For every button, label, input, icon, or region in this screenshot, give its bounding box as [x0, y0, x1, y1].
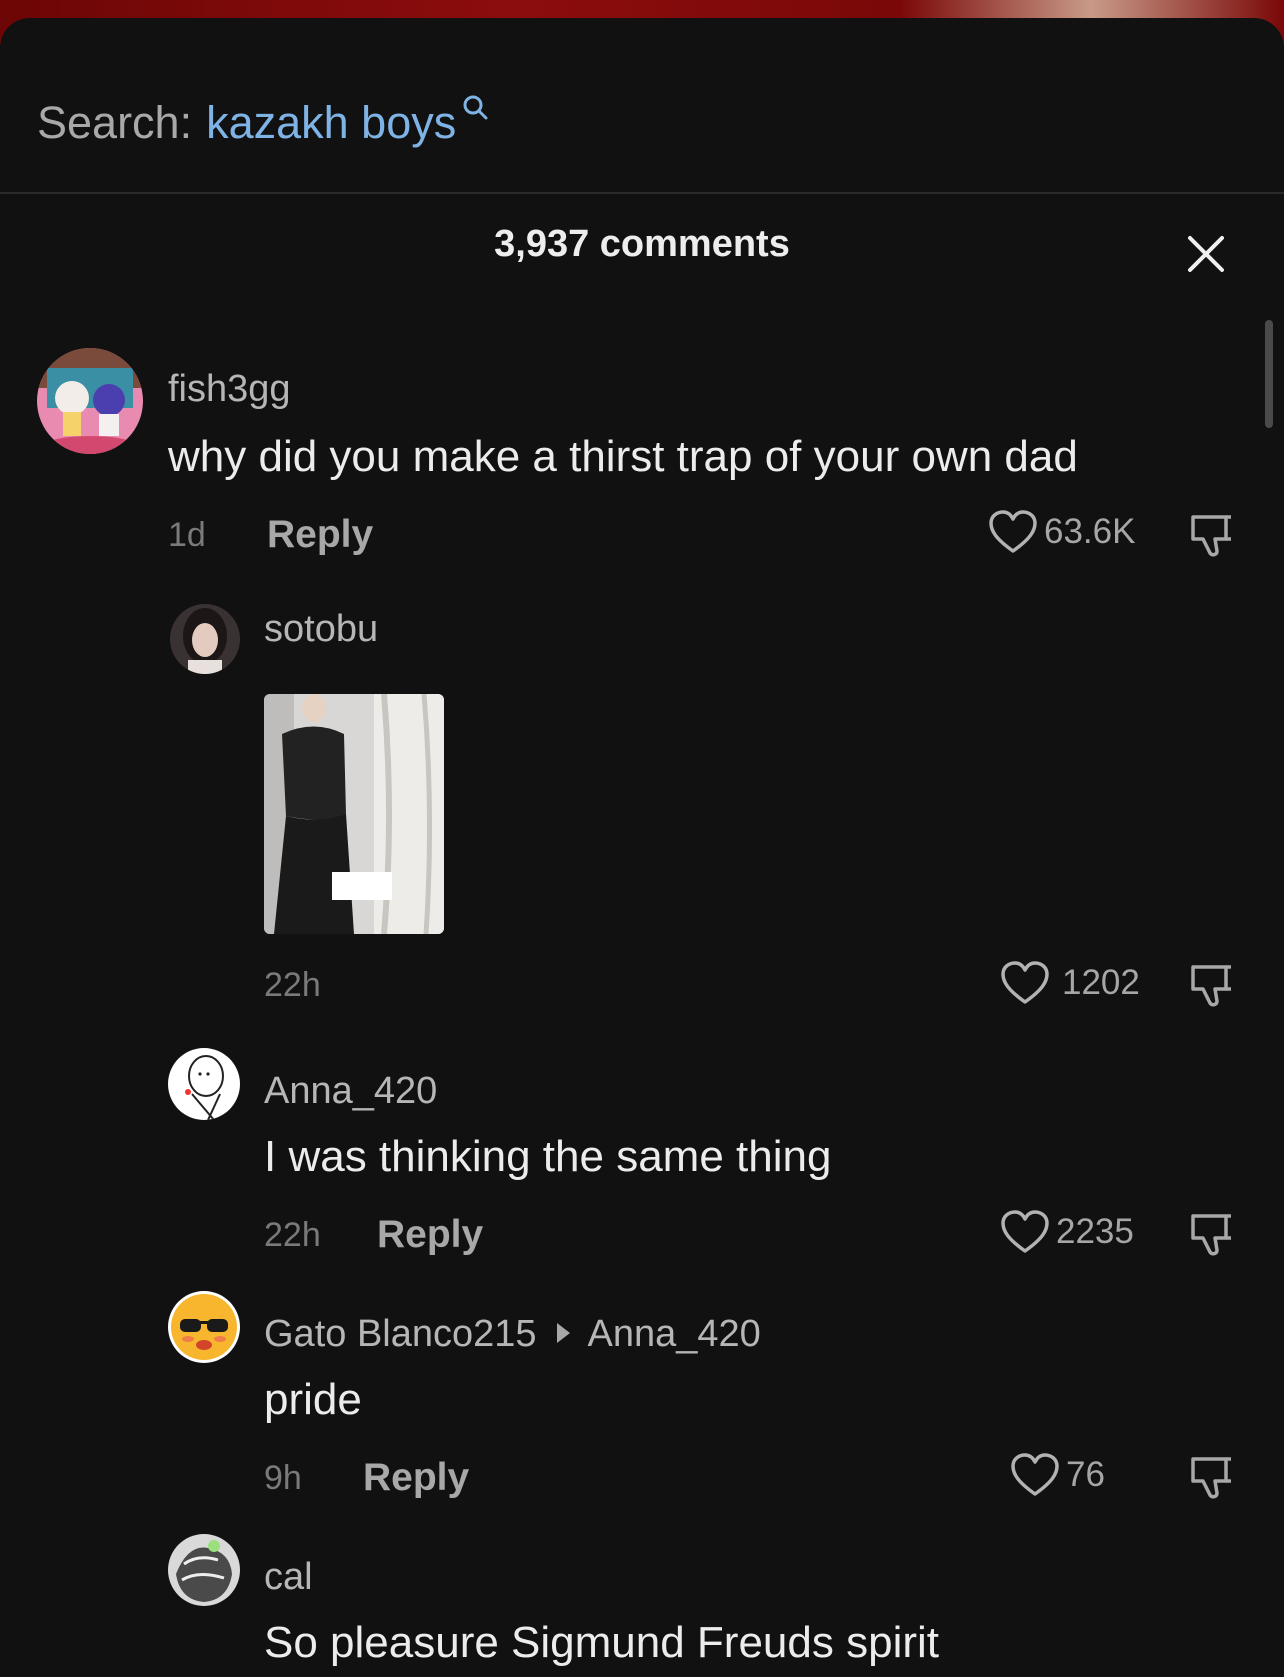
like-count: 63.6K [1044, 512, 1136, 551]
search-query[interactable]: kazakh boys [206, 97, 456, 149]
dislike-icon[interactable] [1188, 961, 1236, 1009]
comment-text: So pleasure Sigmund Freuds spirit [264, 1618, 939, 1667]
comment-username[interactable]: Anna_420 [264, 1070, 437, 1113]
comment-username[interactable]: sotobu [264, 608, 378, 651]
comment-timestamp: 1d [168, 516, 206, 554]
comment-timestamp: 22h [264, 966, 321, 1004]
avatar[interactable] [37, 348, 143, 454]
comment-username-thread: Gato Blanco215 Anna_420 [264, 1313, 761, 1356]
scrollbar[interactable] [1265, 320, 1273, 428]
like-button[interactable]: 63.6K [988, 509, 1135, 555]
search-suggestion[interactable]: Search: kazakh boys [37, 78, 490, 168]
dislike-icon[interactable] [1188, 1453, 1236, 1501]
heart-icon [1011, 1453, 1059, 1496]
heart-icon [1001, 961, 1049, 1004]
comment-timestamp: 22h [264, 1216, 321, 1254]
avatar[interactable] [170, 604, 240, 674]
search-icon [463, 95, 488, 120]
search-prefix: Search: [37, 97, 193, 148]
close-icon[interactable] [1186, 234, 1226, 274]
comment-text: why did you make a thirst trap of your o… [168, 432, 1078, 481]
comment-text: I was thinking the same thing [264, 1132, 832, 1181]
avatar-image [37, 348, 143, 454]
dislike-icon[interactable] [1188, 511, 1236, 559]
like-count: 2235 [1056, 1212, 1134, 1251]
comment-text: pride [264, 1375, 362, 1424]
comment-username[interactable]: fish3gg [168, 368, 291, 411]
heart-icon [1001, 1210, 1049, 1253]
avatar[interactable] [168, 1534, 240, 1606]
comments-sheet: Search: kazakh boys 3,937 comments fish3… [0, 18, 1284, 1677]
photo-image [264, 694, 444, 934]
reply-button[interactable]: Reply [363, 1456, 469, 1500]
like-button[interactable]: 2235 [1000, 1209, 1134, 1255]
like-count: 1202 [1062, 963, 1140, 1002]
like-button[interactable]: 1202 [1000, 960, 1140, 1006]
avatar[interactable] [168, 1048, 240, 1120]
avatar-image [170, 604, 240, 674]
comment-username[interactable]: Gato Blanco215 [264, 1313, 537, 1356]
reply-to-arrow-icon [556, 1322, 570, 1343]
divider [0, 192, 1284, 194]
reply-to-username[interactable]: Anna_420 [588, 1313, 761, 1356]
avatar[interactable] [168, 1291, 240, 1363]
reply-button[interactable]: Reply [377, 1213, 483, 1257]
comment-timestamp: 9h [264, 1459, 302, 1497]
avatar-image [168, 1048, 240, 1120]
avatar-image [168, 1534, 240, 1606]
reply-button[interactable]: Reply [267, 513, 373, 557]
like-button[interactable]: 76 [1010, 1452, 1105, 1498]
comment-username[interactable]: cal [264, 1556, 313, 1599]
heart-icon [989, 510, 1037, 553]
comment-count: 3,937 comments [494, 223, 790, 265]
dislike-icon[interactable] [1188, 1210, 1236, 1258]
like-count: 76 [1066, 1455, 1105, 1494]
photo-attachment[interactable] [264, 694, 444, 934]
avatar-image [168, 1291, 240, 1363]
